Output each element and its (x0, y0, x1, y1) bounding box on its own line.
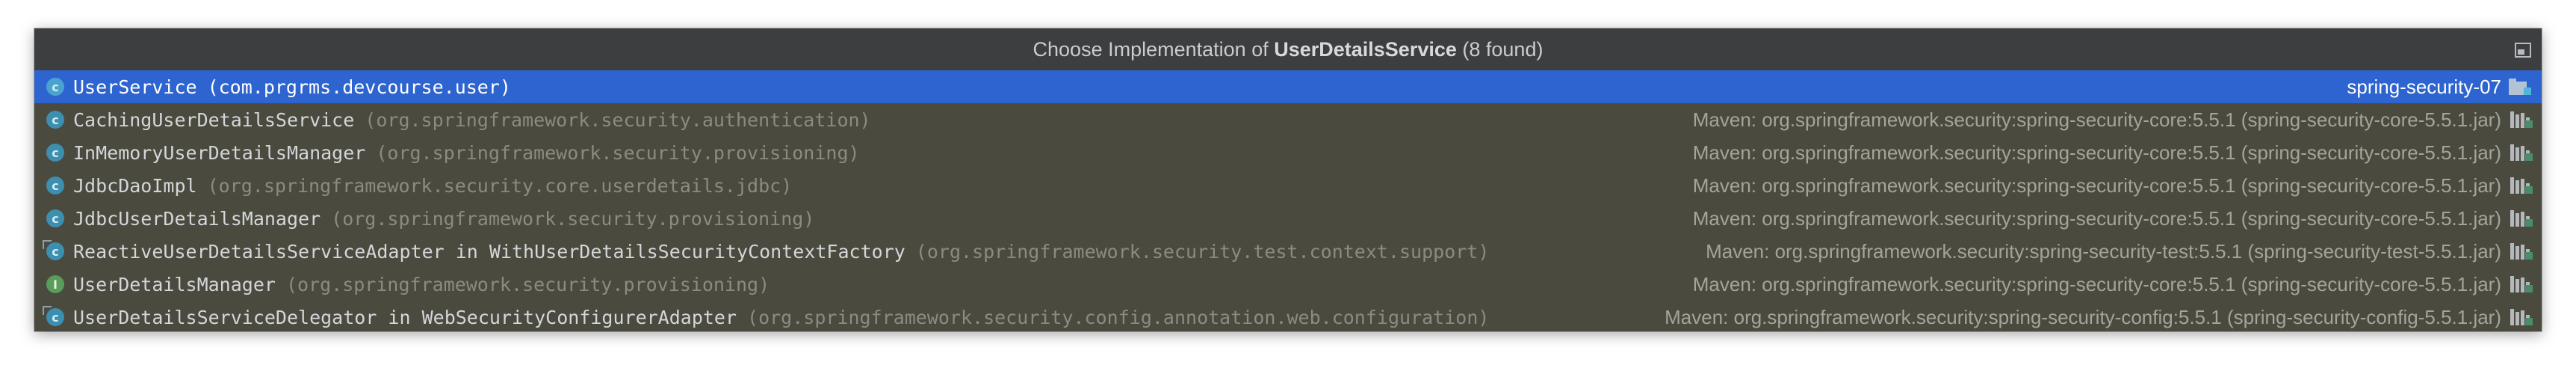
item-class-name: JdbcDaoImpl (73, 174, 197, 197)
library-jar-icon (2510, 210, 2533, 227)
class-icon: c (46, 78, 64, 96)
item-package: (org.springframework.security.test.conte… (915, 240, 1490, 263)
library-jar-icon (2510, 111, 2533, 128)
popup-title: Choose Implementation of UserDetailsServ… (1033, 38, 1544, 61)
implementation-item[interactable]: I UserDetailsManager (org.springframework… (34, 268, 2542, 301)
implementation-item[interactable]: c CachingUserDetailsService (org.springfr… (34, 103, 2542, 136)
item-location: Maven: org.springframework.security:spri… (1692, 174, 2501, 197)
implementation-item[interactable]: c InMemoryUserDetailsManager (org.springf… (34, 136, 2542, 169)
item-class-name: JdbcUserDetailsManager (73, 207, 321, 230)
library-jar-icon (2510, 177, 2533, 194)
interface-icon: I (46, 275, 64, 293)
item-name-line: JdbcUserDetailsManager (org.springframewo… (73, 208, 814, 230)
implementation-item[interactable]: c UserService (com.prgrms.devcourse.user)… (34, 70, 2542, 103)
item-location: Maven: org.springframework.security:spri… (1665, 305, 2501, 328)
module-folder-icon (2509, 79, 2531, 95)
item-location: Maven: org.springframework.security:spri… (1706, 239, 2501, 263)
item-name-line: UserService (com.prgrms.devcourse.user) (73, 76, 511, 98)
class-icon: c (46, 209, 64, 227)
inner-class-icon: c (43, 306, 64, 326)
library-jar-icon (2510, 276, 2533, 292)
item-package: (org.springframework.security.provisioni… (285, 273, 770, 295)
item-class-name: UserDetailsManager (73, 273, 276, 295)
item-name-line: UserDetailsManager (org.springframework.s… (73, 274, 770, 295)
choose-implementation-popup: Choose Implementation of UserDetailsServ… (34, 28, 2542, 331)
item-name-line: JdbcDaoImpl (org.springframework.security… (73, 175, 792, 197)
item-package: (org.springframework.security.authentica… (365, 108, 871, 131)
item-name-line: UserDetailsServiceDelegator in WebSecuri… (73, 307, 1489, 328)
implementation-item[interactable]: c ReactiveUserDetailsServiceAdapter in W… (34, 235, 2542, 268)
item-location: spring-security-07 (2347, 75, 2501, 98)
item-name-line: ReactiveUserDetailsServiceAdapter in Wit… (73, 241, 1489, 263)
item-package: (org.springframework.security.provisioni… (376, 141, 860, 164)
item-class-name: InMemoryUserDetailsManager (73, 141, 366, 164)
item-name-line: InMemoryUserDetailsManager (org.springfra… (73, 142, 860, 164)
popup-title-prefix: Choose Implementation of (1032, 37, 1275, 61)
item-location: Maven: org.springframework.security:spri… (1692, 108, 2501, 131)
library-jar-icon (2510, 144, 2533, 161)
item-class-name: UserDetailsServiceDelegator in WebSecuri… (73, 306, 737, 328)
item-location: Maven: org.springframework.security:spri… (1692, 272, 2501, 295)
class-icon: c (46, 144, 64, 162)
library-jar-icon (2510, 243, 2533, 260)
item-class-name: UserService (73, 76, 197, 98)
class-icon: c (46, 111, 64, 129)
inner-class-icon: c (43, 240, 64, 260)
item-package: (org.springframework.security.config.ann… (747, 306, 1490, 328)
implementation-list: c UserService (com.prgrms.devcourse.user)… (34, 70, 2542, 334)
item-package: (org.springframework.security.provisioni… (331, 207, 815, 230)
item-location: Maven: org.springframework.security:spri… (1692, 206, 2501, 230)
implementation-item[interactable]: c UserDetailsServiceDelegator in WebSecu… (34, 301, 2542, 334)
item-class-name: ReactiveUserDetailsServiceAdapter in Wit… (73, 240, 905, 263)
item-location: Maven: org.springframework.security:spri… (1692, 141, 2501, 164)
library-jar-icon (2510, 309, 2533, 325)
popup-title-count: (8 found) (1456, 37, 1544, 61)
popup-title-bar: Choose Implementation of UserDetailsServ… (34, 28, 2542, 71)
popup-title-interface: UserDetailsService (1274, 37, 1457, 61)
class-icon: c (46, 177, 64, 194)
implementation-item[interactable]: c JdbcDaoImpl (org.springframework.securi… (34, 169, 2542, 202)
item-name-line: CachingUserDetailsService (org.springfram… (73, 109, 871, 131)
item-package: (com.prgrms.devcourse.user) (207, 76, 511, 98)
open-in-find-window-icon[interactable] (2515, 43, 2531, 58)
implementation-item[interactable]: c JdbcUserDetailsManager (org.springframe… (34, 202, 2542, 235)
item-package: (org.springframework.security.core.userd… (207, 174, 793, 197)
item-class-name: CachingUserDetailsService (73, 108, 355, 131)
